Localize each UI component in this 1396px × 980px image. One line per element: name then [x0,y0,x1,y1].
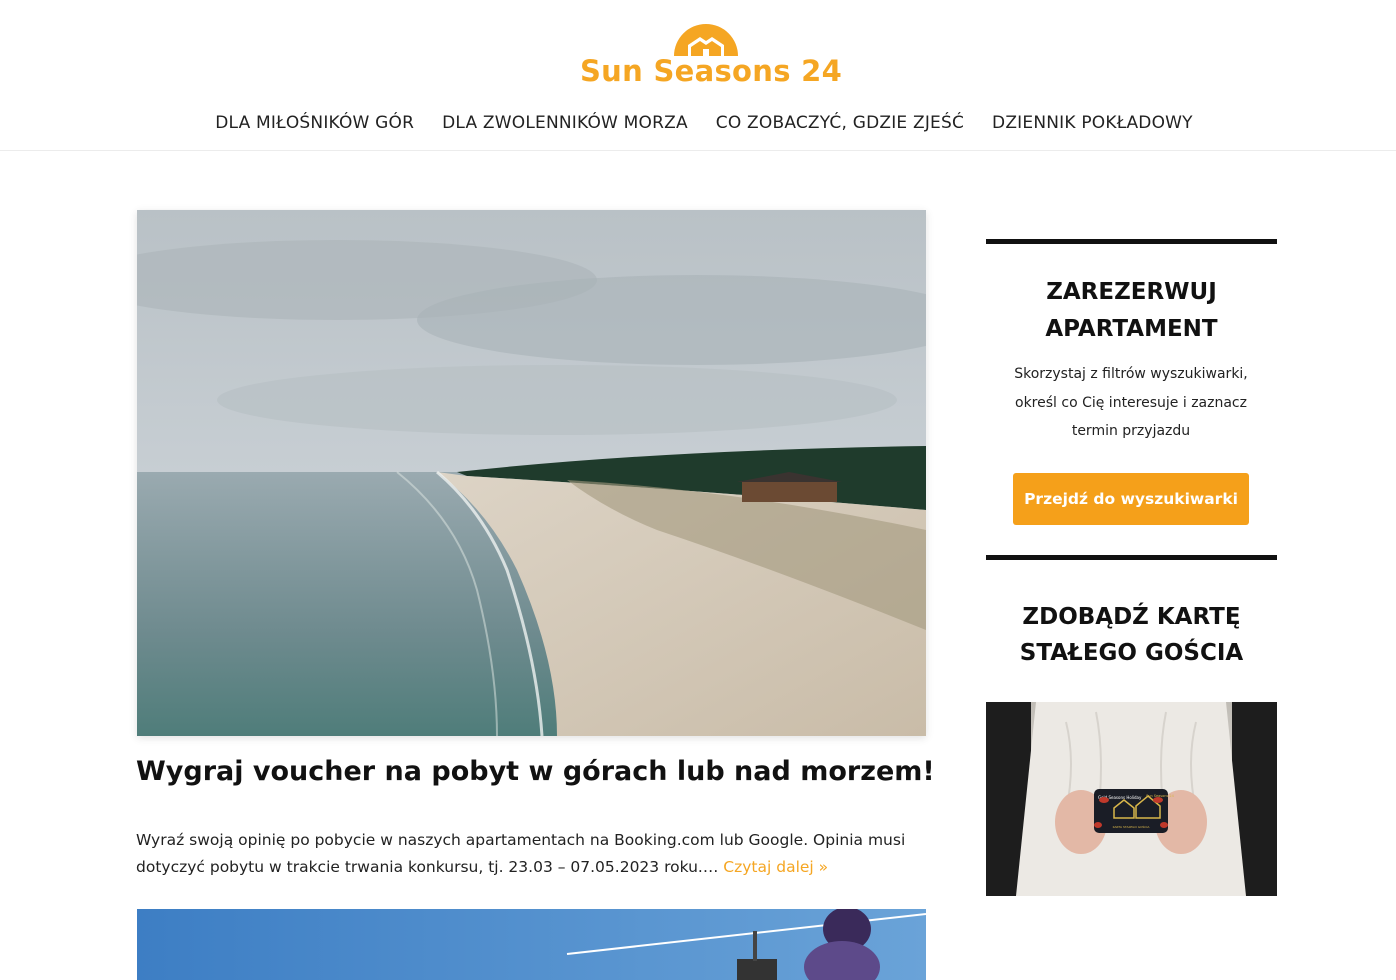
booking-heading-line1: ZAREZERWUJ [1046,279,1217,305]
loyalty-card-image[interactable]: Gold Seasons Holiday Sun Seasons 24 KART… [986,702,1277,896]
read-more-link[interactable]: Czytaj dalej » [723,858,828,876]
sidebar-divider [986,239,1277,244]
card-tagline: KARTA STAŁEGO GOŚCIA [1113,824,1151,829]
site-logo[interactable]: Sun Seasons 24 [580,14,843,94]
nav-item-see-eat[interactable]: CO ZOBACZYĆ, GDZIE ZJEŚĆ [716,113,964,133]
nav-item-mountains[interactable]: DLA MIŁOŚNIKÓW GÓR [215,113,414,133]
nav-item-logbook[interactable]: DZIENNIK POKŁADOWY [992,113,1193,133]
go-to-search-button[interactable]: Przejdź do wyszukiwarki [1013,473,1249,525]
main-nav: DLA MIŁOŚNIKÓW GÓR DLA ZWOLENNIKÓW MORZA… [0,113,1396,133]
booking-heading-line2: APARTAMENT [1045,316,1218,342]
sun-house-logo-icon [674,24,738,56]
sidebar-divider [986,555,1277,560]
card-heading-line2: STAŁEGO GOŚCIA [1019,640,1244,666]
post-excerpt: Wyraź swoją opinię po pobycie w naszych … [136,827,926,881]
ski-photo [137,909,926,980]
site-header: Sun Seasons 24 DLA MIŁOŚNIKÓW GÓR DLA ZW… [0,0,1396,151]
nav-item-sea[interactable]: DLA ZWOLENNIKÓW MORZA [442,113,688,133]
second-post-image[interactable] [137,909,926,980]
hands-holding-card-photo: Gold Seasons Holiday Sun Seasons 24 KART… [986,702,1277,896]
booking-heading: ZAREZERWUJ APARTAMENT [986,274,1277,348]
beach-photo [137,210,926,736]
loyalty-card-heading: ZDOBĄDŹ KARTĘ STAŁEGO GOŚCIA [986,599,1277,671]
booking-description: Skorzystaj z filtrów wyszukiwarki, okreś… [1014,366,1248,439]
post-featured-image[interactable] [137,210,926,736]
post-title[interactable]: Wygraj voucher na pobyt w górach lub nad… [136,756,936,787]
card-heading-line1: ZDOBĄDŹ KARTĘ [1022,604,1241,630]
logo-text: Sun Seasons 24 [580,54,843,88]
